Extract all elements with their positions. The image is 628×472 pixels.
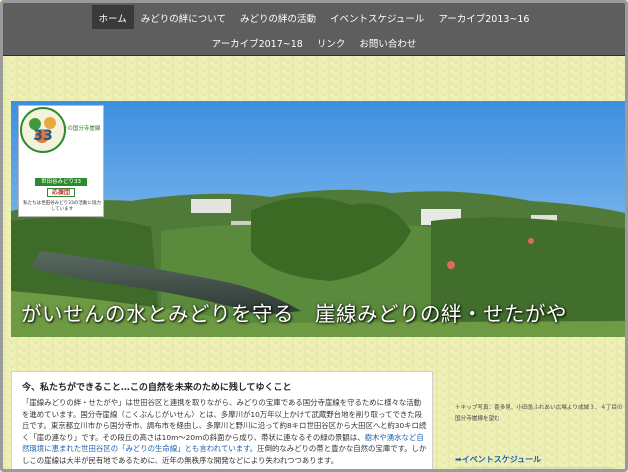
main-content-card: 今、私たちができること…この自然を未来のために残してゆくこと 「崖線みどりの絆・… [11,371,433,469]
sidebar-divider [455,467,613,469]
hero-banner: そだてよう みどりの国分寺崖線 33 世田谷みどり33 応援団 私たちは世田谷み… [11,101,625,337]
photo-caption: トキップ写真：喜多見、小田急ふれあい広場より成城３、４丁目の国分寺崖線を望む [455,405,623,422]
nav-activities[interactable]: みどりの絆の活動 [233,5,323,29]
nav-contact[interactable]: お問い合わせ [352,30,423,54]
nav-home[interactable]: ホーム [91,5,134,29]
support-badge-logo: そだてよう みどりの国分寺崖線 33 世田谷みどり33 応援団 私たちは世田谷み… [18,105,104,217]
nav-archive-2017-18[interactable]: アーカイブ2017~18 [205,30,310,54]
nav-links[interactable]: リンク [310,30,353,54]
nav-about[interactable]: みどりの絆について [134,5,233,29]
browser-frame: ホーム みどりの絆について みどりの絆の活動 イベントスケジュール アーカイブ2… [0,0,628,472]
sidebar-event-schedule-link[interactable]: ➡イベントスケジュール [455,454,541,465]
content-paragraph: 「崖線みどりの絆・せたがや」は世田谷区と連携を取りながら、みどりの宝庫である国分… [22,397,427,466]
content-heading: 今、私たちができること…この自然を未来のために残してゆくこと [22,383,292,393]
badge-number: 33 [33,128,52,144]
mascot-logo-icon: 33 [20,107,66,153]
badge-green-label: 世田谷みどり33 [35,178,87,186]
nav-archive-2013-16[interactable]: アーカイブ2013~16 [431,5,536,29]
top-navigation: ホーム みどりの絆について みどりの絆の活動 イベントスケジュール アーカイブ2… [3,3,625,56]
nav-row-2: アーカイブ2017~18 リンク お問い合わせ [3,30,625,56]
sidebar: トキップ写真：喜多見、小田急ふれあい広場より成城３、４丁目の国分寺崖線を望む ➡… [445,403,625,469]
nav-event-schedule[interactable]: イベントスケジュール [323,5,431,29]
nav-row-1: ホーム みどりの絆について みどりの絆の活動 イベントスケジュール アーカイブ2… [3,5,625,31]
badge-red-label: 応援団 [47,188,75,197]
hero-title: がいせんの水とみどりを守る 崖線みどりの絆・せたがや [21,302,567,326]
badge-small-text: 私たちは世田谷みどり33の活動に協力しています [23,201,101,212]
